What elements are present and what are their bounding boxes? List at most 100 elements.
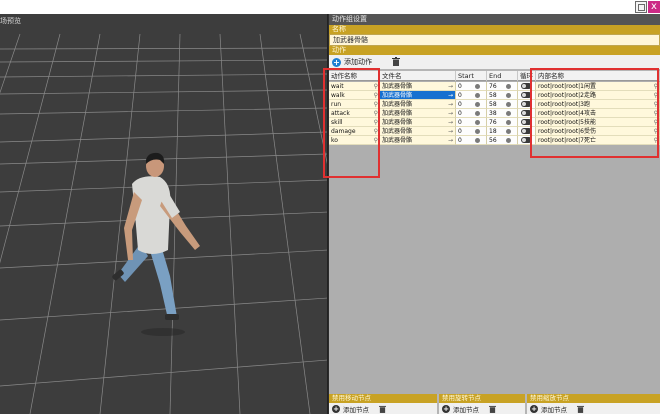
name-section-label: 名称: [329, 25, 660, 34]
spin-knob-icon[interactable]: [475, 129, 480, 134]
trash-icon[interactable]: [577, 405, 584, 413]
arrow-right-icon[interactable]: →: [448, 109, 453, 117]
end-cell-text: 58: [489, 92, 497, 99]
start-cell-text: 0: [458, 137, 462, 144]
end-cell[interactable]: 38: [487, 109, 518, 118]
file-name-cell-text: 加武器骨骼: [382, 83, 413, 90]
panel-title: 动作组设置: [329, 14, 660, 25]
file-name-cell[interactable]: 加武器骨骼 →: [380, 82, 456, 91]
end-cell[interactable]: 18: [487, 127, 518, 136]
scene-viewport[interactable]: 场预览: [0, 14, 328, 414]
disabled-rotate-title: 禁用旋转节点: [439, 394, 525, 403]
end-cell-text: 56: [489, 137, 497, 144]
spin-knob-icon[interactable]: [475, 102, 480, 107]
highlight-box-internal-names: [530, 68, 659, 158]
end-cell-text: 76: [489, 119, 497, 126]
arrow-right-icon[interactable]: →: [448, 118, 453, 126]
file-name-cell[interactable]: 加武器骨骼 →: [380, 118, 456, 127]
spin-knob-icon[interactable]: [475, 93, 480, 98]
arrow-right-icon[interactable]: →: [448, 100, 453, 108]
end-cell[interactable]: 58: [487, 91, 518, 100]
arrow-right-icon[interactable]: →: [448, 91, 453, 99]
file-name-cell[interactable]: 加武器骨骼 →: [380, 136, 456, 145]
end-cell-text: 58: [489, 101, 497, 108]
add-node-label: 添加节点: [541, 405, 567, 414]
add-node-label: 添加节点: [453, 405, 479, 414]
highlight-box-action-names: [323, 68, 380, 178]
end-cell-text: 76: [489, 83, 497, 90]
close-icon[interactable]: x: [648, 1, 660, 13]
spin-knob-icon[interactable]: [475, 84, 480, 89]
file-name-cell-text: 加武器骨骼: [382, 92, 413, 99]
start-cell[interactable]: 0: [456, 127, 487, 136]
start-cell[interactable]: 0: [456, 82, 487, 91]
arrow-right-icon[interactable]: →: [448, 82, 453, 90]
start-cell-text: 0: [458, 101, 462, 108]
end-cell[interactable]: 56: [487, 136, 518, 145]
start-cell[interactable]: 0: [456, 118, 487, 127]
add-move-node-button[interactable]: + 添加节点: [329, 403, 437, 414]
disabled-nodes-bar: 禁用移动节点 + 添加节点 禁用旋转节点 + 添加节点 禁用缩放节点 + 添加节…: [329, 394, 660, 414]
file-name-cell[interactable]: 加武器骨骼 →: [380, 100, 456, 109]
start-cell[interactable]: 0: [456, 109, 487, 118]
end-cell[interactable]: 76: [487, 118, 518, 127]
end-cell[interactable]: 76: [487, 82, 518, 91]
viewport-title: 场预览: [0, 17, 21, 25]
file-name-cell[interactable]: 加武器骨骼 →: [380, 91, 456, 100]
start-cell-text: 0: [458, 83, 462, 90]
spin-knob-icon[interactable]: [506, 84, 511, 89]
spin-knob-icon[interactable]: [475, 120, 480, 125]
end-cell[interactable]: 58: [487, 100, 518, 109]
spin-knob-icon[interactable]: [506, 120, 511, 125]
spin-knob-icon[interactable]: [506, 129, 511, 134]
end-cell-text: 38: [489, 110, 497, 117]
spin-knob-icon[interactable]: [506, 102, 511, 107]
add-rotate-node-button[interactable]: + 添加节点: [439, 403, 525, 414]
start-cell-text: 0: [458, 119, 462, 126]
trash-icon[interactable]: [489, 405, 496, 413]
title-bar: x: [0, 0, 660, 14]
actions-section-label: 动作: [329, 46, 660, 55]
disabled-move-title: 禁用移动节点: [329, 394, 437, 403]
viewport-grid: [0, 33, 327, 414]
arrow-right-icon[interactable]: →: [448, 136, 453, 144]
spin-knob-icon[interactable]: [475, 138, 480, 143]
column-end[interactable]: End: [487, 71, 518, 81]
spin-knob-icon[interactable]: [506, 111, 511, 116]
trash-icon[interactable]: [379, 405, 386, 413]
plus-icon: +: [530, 404, 538, 413]
spin-knob-icon[interactable]: [506, 138, 511, 143]
actions-toolbar: + 添加动作: [329, 55, 660, 69]
column-start[interactable]: Start: [456, 71, 487, 81]
file-name-cell[interactable]: 加武器骨骼 →: [380, 109, 456, 118]
add-action-button[interactable]: + 添加动作: [332, 56, 372, 68]
spin-knob-icon[interactable]: [475, 111, 480, 116]
arrow-right-icon[interactable]: →: [448, 127, 453, 135]
start-cell-text: 0: [458, 110, 462, 117]
plus-icon: +: [332, 57, 341, 67]
add-scale-node-button[interactable]: + 添加节点: [527, 403, 660, 414]
trash-icon[interactable]: [392, 57, 400, 66]
column-file-name[interactable]: 文件名: [380, 71, 456, 81]
restore-icon[interactable]: [635, 1, 647, 13]
disabled-scale-title: 禁用缩放节点: [527, 394, 660, 403]
spin-knob-icon[interactable]: [506, 93, 511, 98]
start-cell[interactable]: 0: [456, 136, 487, 145]
start-cell-text: 0: [458, 128, 462, 135]
start-cell[interactable]: 0: [456, 91, 487, 100]
start-cell-text: 0: [458, 92, 462, 99]
plus-icon: +: [332, 404, 340, 413]
add-action-label: 添加动作: [344, 58, 372, 66]
file-name-cell-text: 加武器骨骼: [382, 110, 413, 117]
plus-icon: +: [442, 404, 450, 413]
file-name-cell-text: 加武器骨骼: [382, 101, 413, 108]
end-cell-text: 18: [489, 128, 497, 135]
file-name-cell-text: 加武器骨骼: [382, 137, 413, 144]
file-name-cell-text: 加武器骨骼: [382, 119, 413, 126]
start-cell[interactable]: 0: [456, 100, 487, 109]
disabled-move-nodes: 禁用移动节点 + 添加节点: [329, 394, 437, 414]
file-name-cell-text: 加武器骨骼: [382, 128, 413, 135]
name-field[interactable]: 加武器骨骼: [329, 34, 660, 46]
file-name-cell[interactable]: 加武器骨骼 →: [380, 127, 456, 136]
disabled-rotate-nodes: 禁用旋转节点 + 添加节点: [439, 394, 525, 414]
